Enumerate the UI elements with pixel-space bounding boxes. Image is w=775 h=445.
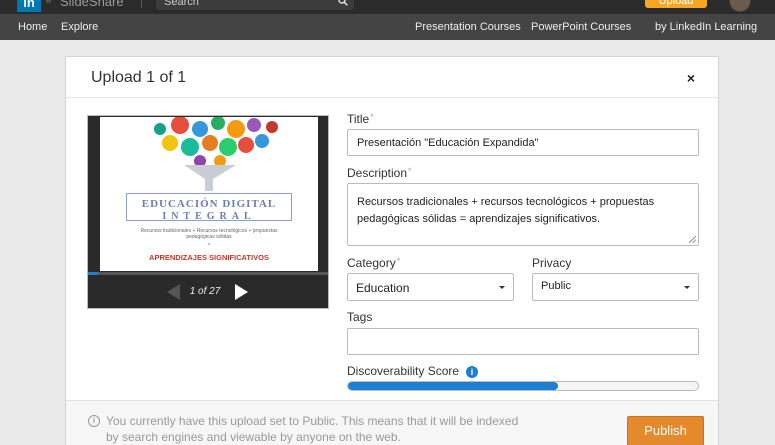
privacy-notice: You currently have this upload set to Pu…	[106, 414, 519, 444]
modal-footer: i You currently have this upload set to …	[66, 400, 718, 445]
discoverability-label: Discoverability Score	[347, 364, 460, 378]
divider	[66, 97, 718, 98]
publish-button[interactable]: Publish	[627, 416, 704, 445]
close-icon[interactable]: ×	[684, 71, 698, 85]
slide-title-line1: EDUCACIÓN DIGITAL	[141, 198, 277, 210]
nav-presentation-courses[interactable]: Presentation Courses	[415, 21, 521, 33]
search-input[interactable]: Search	[156, 0, 354, 10]
slide-progress-bar[interactable]	[88, 272, 328, 275]
discoverability-score-bar	[347, 381, 699, 391]
description-field[interactable]: Recursos tradicionales + recursos tecnol…	[347, 183, 699, 246]
slide-thumbnail: EDUCACIÓN DIGITAL INTEGRAL Recursos trad…	[100, 117, 318, 271]
registered-mark: ®	[46, 0, 52, 5]
info-icon[interactable]: i	[466, 366, 478, 378]
next-slide-icon[interactable]	[235, 284, 248, 300]
slide-subtitle: Recursos tradicionales + Recursos tecnol…	[140, 228, 278, 240]
privacy-label: Privacy	[532, 256, 572, 270]
slide-title-line2: INTEGRAL	[162, 211, 256, 222]
upload-button[interactable]: Upload	[645, 0, 707, 8]
discoverability-score-fill	[348, 382, 558, 390]
slide-illustration	[154, 117, 278, 191]
chevron-down-icon	[499, 286, 505, 289]
slide-progress-fill	[88, 272, 98, 275]
slideshare-logo-text[interactable]: SlideShare	[60, 0, 124, 9]
page-indicator: 1 of 27	[189, 286, 221, 297]
search-icon[interactable]	[338, 0, 348, 6]
title-label: Title*	[347, 112, 374, 126]
description-text: Recursos tradicionales + recursos tecnol…	[357, 196, 655, 225]
previous-slide-icon[interactable]	[167, 284, 180, 300]
slide-bottom-text: APRENDIZAJES SIGNIFICATIVOS	[149, 253, 269, 262]
top-bar: in ® SlideShare Search Upload	[0, 0, 775, 14]
modal-title: Upload 1 of 1	[91, 69, 187, 86]
chevron-down-icon	[684, 286, 690, 289]
tags-field[interactable]	[347, 328, 699, 355]
upload-modal: Upload 1 of 1 × EDUCACIÓN DIGITAL INTEGR…	[65, 56, 719, 445]
nav-linkedin-learning[interactable]: by LinkedIn Learning	[655, 21, 757, 33]
search-placeholder: Search	[164, 0, 199, 8]
slide-equals: =	[207, 242, 211, 248]
tags-label: Tags	[347, 310, 373, 324]
divider	[141, 0, 142, 8]
slide-preview[interactable]: EDUCACIÓN DIGITAL INTEGRAL Recursos trad…	[87, 115, 329, 309]
nav-home[interactable]: Home	[18, 21, 47, 33]
description-label: Description*	[347, 166, 412, 180]
category-label: Category*	[347, 256, 401, 270]
linkedin-logo[interactable]: in	[17, 0, 41, 12]
nav-explore[interactable]: Explore	[61, 21, 98, 33]
nav-powerpoint-courses[interactable]: PowerPoint Courses	[531, 21, 631, 33]
category-select[interactable]: Education	[347, 273, 514, 301]
resize-grip-icon[interactable]	[689, 236, 696, 243]
privacy-value: Public	[541, 280, 571, 292]
category-value: Education	[356, 281, 410, 295]
privacy-select[interactable]: Public	[532, 273, 699, 301]
nav-bar: Home Explore Presentation Courses PowerP…	[0, 14, 775, 40]
avatar[interactable]	[729, 0, 751, 12]
info-icon: i	[88, 415, 100, 427]
title-field[interactable]: Presentación "Educación Expandida"	[347, 129, 699, 156]
